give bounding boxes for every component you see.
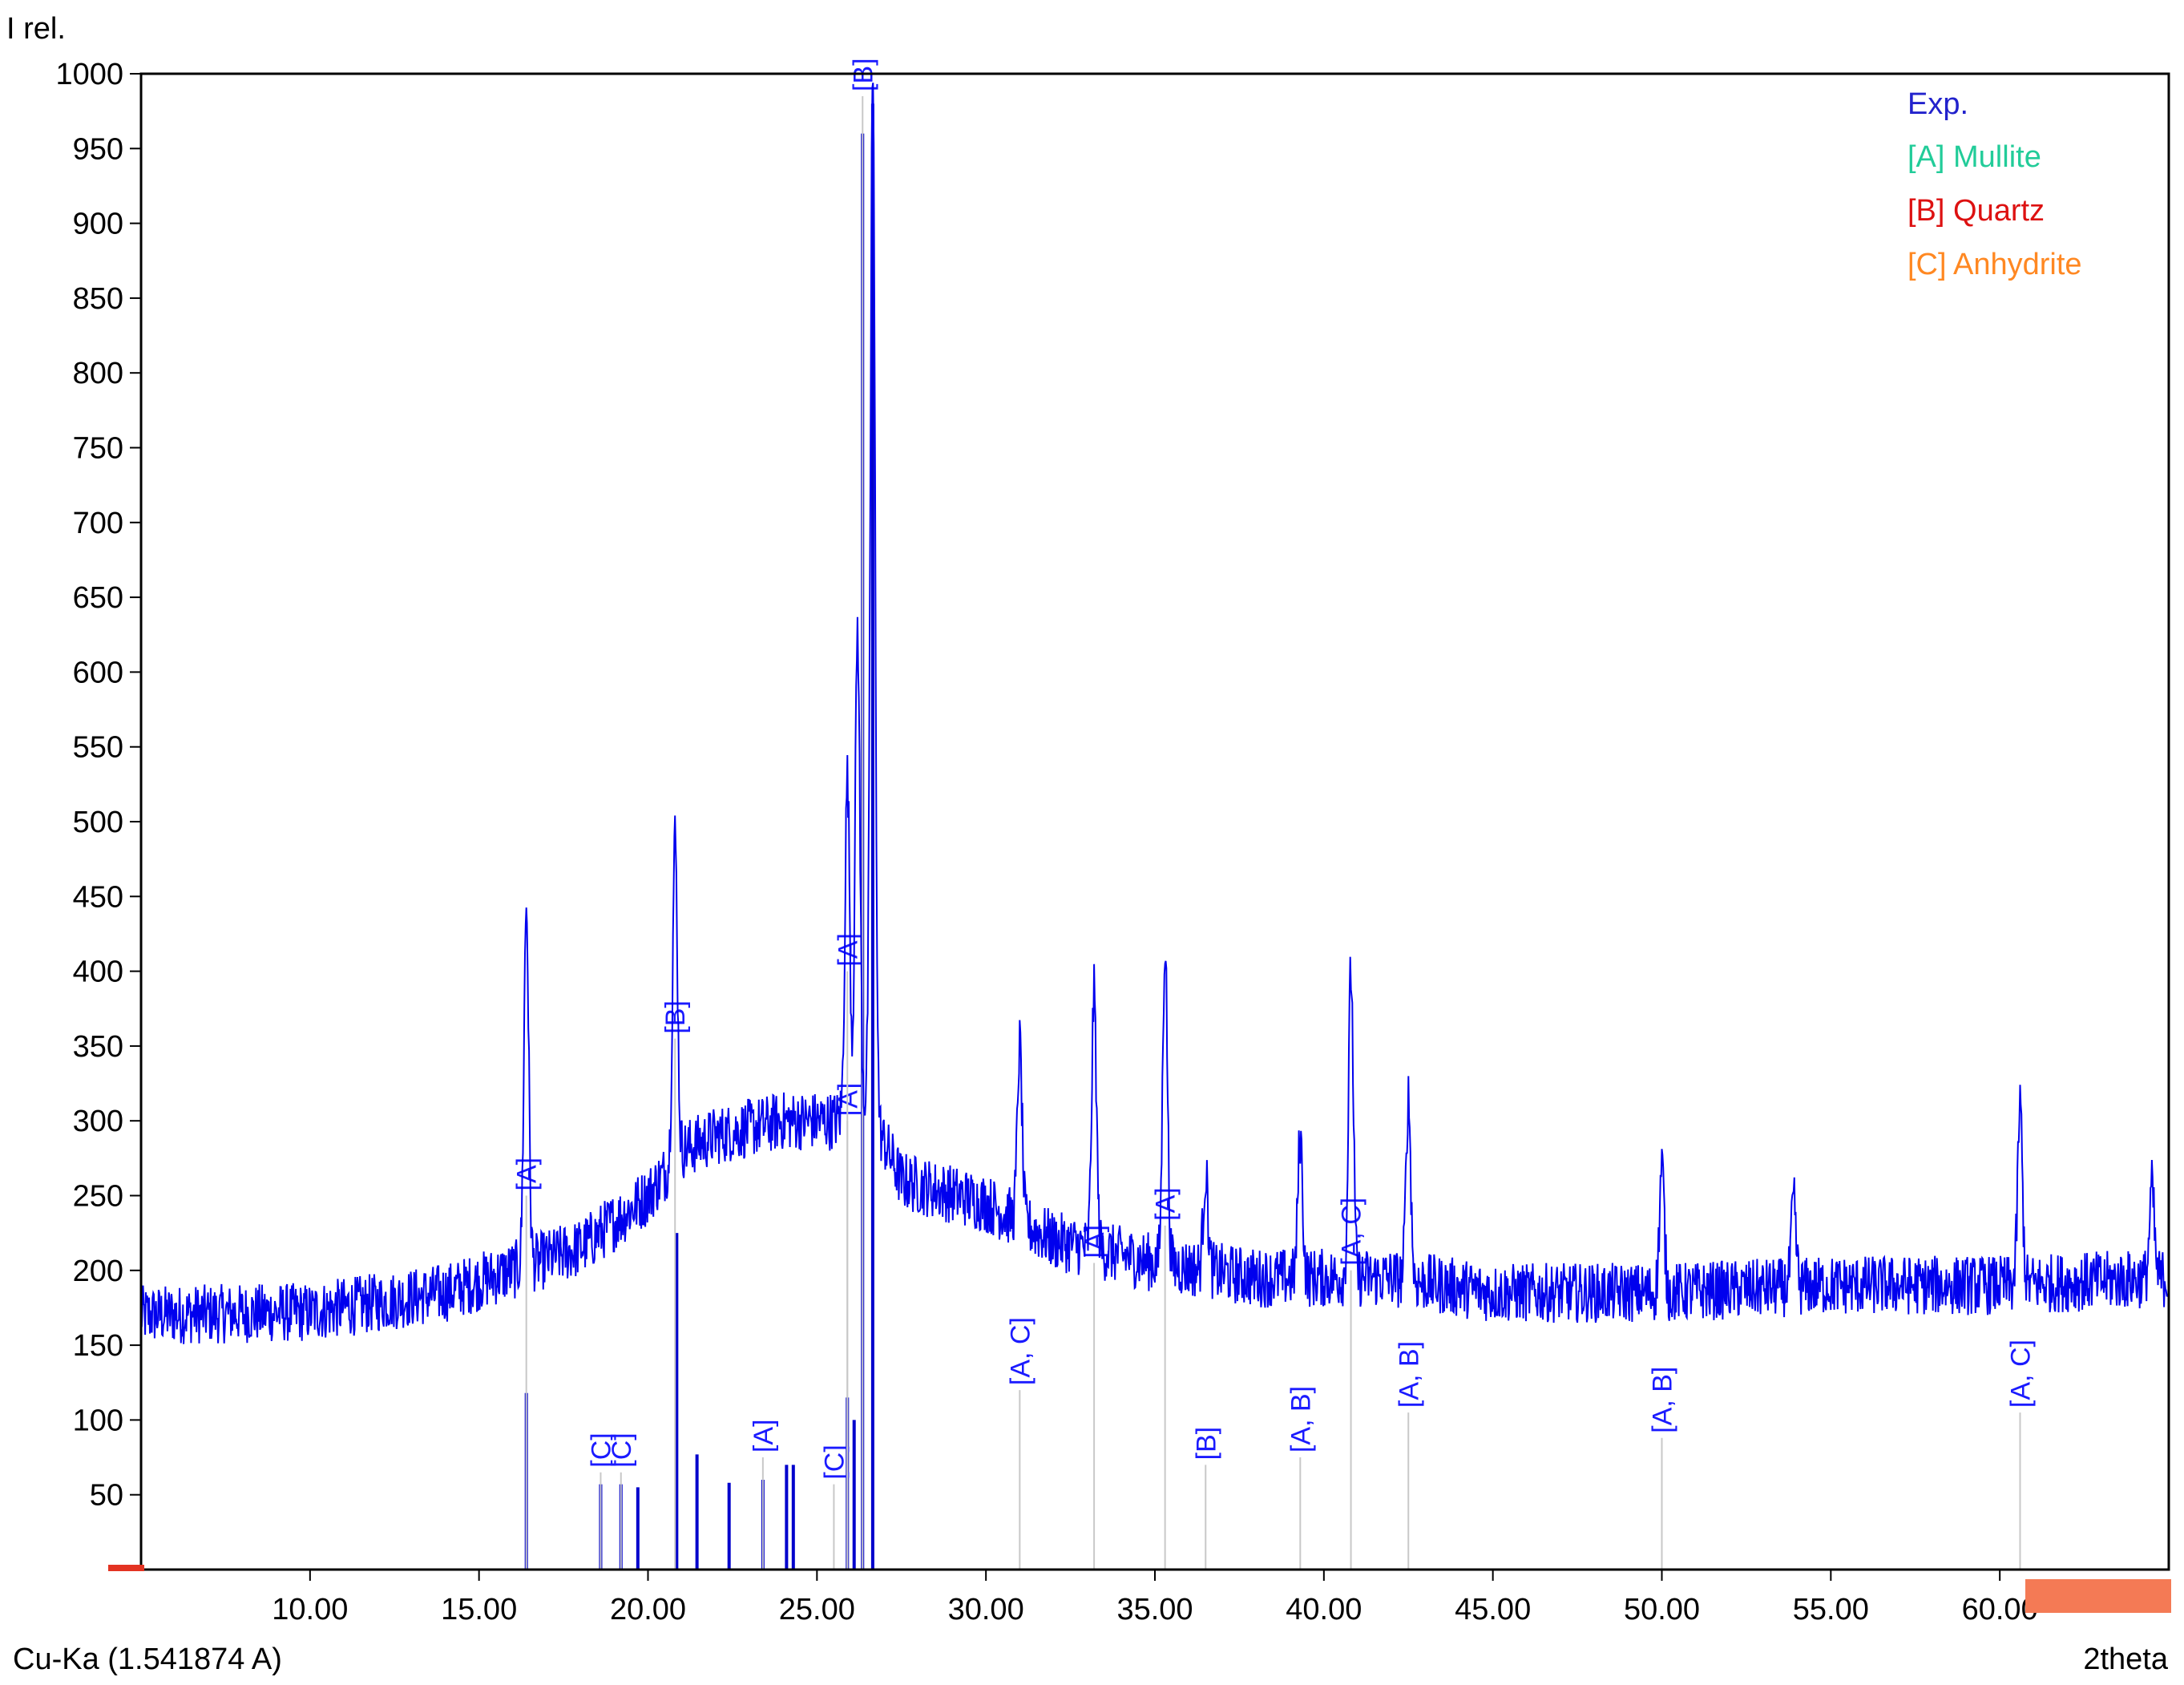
y-tick-label: 650: [73, 581, 123, 615]
y-tick-label: 400: [73, 956, 123, 989]
x-tick-label: 40.00: [1286, 1593, 1362, 1626]
y-tick-label: 150: [73, 1329, 123, 1363]
x-ticks: 10.00 15.00 20.00 25.00 30.00 35.00 40.00 45.00…: [272, 1570, 2038, 1626]
peak-marker-label: [A, C]: [1337, 1198, 1367, 1266]
x-tick-label: 35.00: [1116, 1593, 1193, 1626]
y-ticks: 50 100 150 200 250 300 350 400 450 500 550 600 650 70…: [55, 58, 141, 1513]
peak-marker-label: [A, C]: [2005, 1340, 2036, 1408]
y-tick-label: 800: [73, 357, 123, 390]
x-tick-label: 15.00: [441, 1593, 517, 1626]
y-axis-title: I rel.: [6, 12, 66, 46]
peak-marker-label: [A]: [749, 1419, 779, 1453]
x-tick-label: 50.00: [1624, 1593, 1700, 1626]
y-tick-label: 950: [73, 132, 123, 166]
plot-frame: [139, 72, 2170, 1571]
y-tick-label: 850: [73, 282, 123, 316]
legend-quartz: [B] Quartz: [1907, 194, 2045, 228]
xrd-chart: [A][C][C][B][A][C][A][A][B][A, C][A][A][…: [6, 12, 2171, 1676]
peak-marker-label: [A]: [512, 1158, 543, 1191]
peak-marker-label: [C]: [607, 1432, 637, 1467]
y-tick-label: 750: [73, 432, 123, 466]
y-tick-label: 100: [73, 1404, 123, 1437]
x-tick-label: 30.00: [948, 1593, 1024, 1626]
y-tick-label: 1000: [55, 58, 123, 91]
wavelength-label: Cu-Ka (1.541874 A): [13, 1643, 282, 1676]
axes: [139, 72, 2170, 1571]
y-tick-label: 450: [73, 880, 123, 914]
legend: Exp. [A] Mullite [B] Quartz [C] Anhydrit…: [1907, 87, 2082, 281]
y-tick-label: 550: [73, 731, 123, 765]
x-axis-title: 2theta: [2083, 1643, 2169, 1676]
y-tick-label: 600: [73, 656, 123, 689]
legend-anhydrite: [C] Anhydrite: [1907, 248, 2082, 281]
y-tick-label: 250: [73, 1180, 123, 1214]
peak-marker-label: [A, B]: [1648, 1367, 1678, 1433]
peak-marker-label: [A]: [833, 933, 863, 967]
exp-series-line: [140, 83, 2170, 1344]
x-tick-label: 10.00: [272, 1593, 348, 1626]
peak-markers: [A][C][C][B][A][C][A][A][B][A, C][A][A][…: [512, 58, 2036, 1570]
peak-marker-label: [B]: [1191, 1427, 1221, 1461]
x-tick-label: 25.00: [779, 1593, 855, 1626]
legend-mullite: [A] Mullite: [1907, 140, 2041, 174]
y-tick-label: 50: [90, 1479, 123, 1513]
peak-marker-label: [A, B]: [1286, 1386, 1316, 1453]
peak-marker-label: [A]: [1151, 1187, 1181, 1221]
y-tick-label: 500: [73, 806, 123, 839]
x-tick-label: 45.00: [1455, 1593, 1531, 1626]
experimental-series: [140, 83, 2170, 1344]
y-tick-label: 700: [73, 507, 123, 540]
y-tick-label: 350: [73, 1030, 123, 1064]
x-tick-label: 20.00: [610, 1593, 686, 1626]
legend-exp: Exp.: [1907, 87, 1968, 121]
y-tick-label: 300: [73, 1105, 123, 1138]
range-marker-right: [2025, 1579, 2171, 1613]
y-tick-label: 900: [73, 208, 123, 241]
peak-marker-label: [B]: [660, 1000, 691, 1034]
y-tick-label: 200: [73, 1255, 123, 1288]
peak-marker-label: [C]: [819, 1445, 850, 1479]
range-marker-left: [108, 1565, 144, 1571]
x-tick-label: 55.00: [1793, 1593, 1869, 1626]
reference-sticks: [524, 103, 874, 1570]
peak-marker-label: [A, C]: [1005, 1317, 1035, 1385]
peak-marker-label: [A, B]: [1394, 1341, 1424, 1408]
